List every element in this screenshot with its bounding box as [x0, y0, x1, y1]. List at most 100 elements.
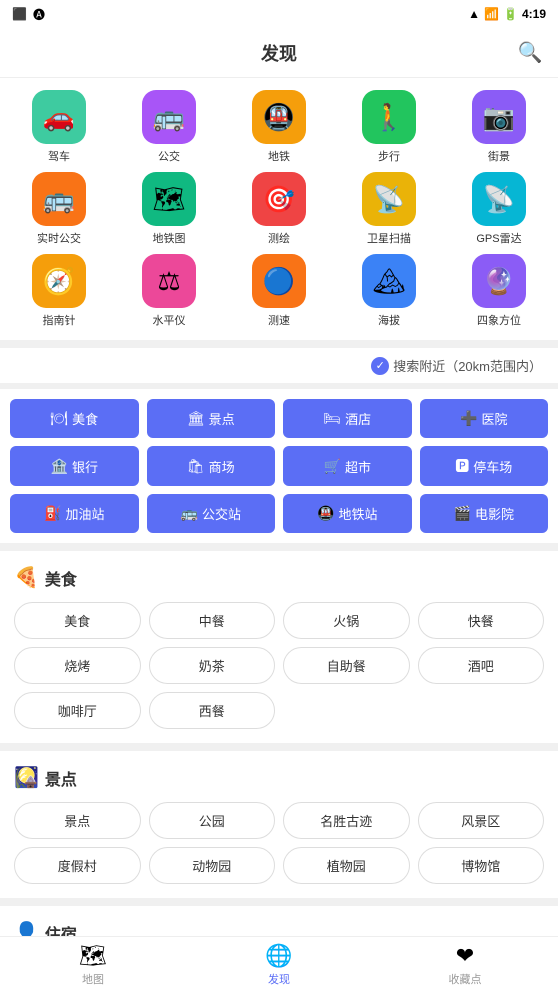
page-title: 发现: [261, 40, 297, 66]
icon-circle-level: ⚖: [142, 254, 196, 308]
icon-label-metro: 地铁: [268, 148, 290, 164]
status-icon-2: 🅐: [33, 6, 45, 23]
icon-item-speed[interactable]: 🔵 测速: [228, 254, 330, 328]
cat-btn-supermarket[interactable]: 🛒超市: [283, 446, 412, 486]
tag-btn-美食[interactable]: 美食: [14, 602, 141, 639]
nav-item-favorites[interactable]: ❤ 收藏点: [372, 943, 558, 987]
mall-icon: 🛍: [187, 458, 205, 475]
cat-label-mall: 商场: [209, 457, 235, 476]
tag-btn-奶茶[interactable]: 奶茶: [149, 647, 276, 684]
tag-btn-自助餐[interactable]: 自助餐: [283, 647, 410, 684]
bottom-nav: 🗺 地图 🌐 发现 ❤ 收藏点: [0, 936, 558, 992]
tag-btn-咖啡厅[interactable]: 咖啡厅: [14, 692, 141, 729]
cat-btn-cinema[interactable]: 🎬电影院: [420, 494, 549, 533]
tag-btn-名胜古迹[interactable]: 名胜古迹: [283, 802, 410, 839]
busstation-icon: 🚌: [181, 505, 198, 522]
cat-label-cinema: 电影院: [475, 504, 514, 523]
icon-item-altitude[interactable]: 🏔 海拔: [338, 254, 440, 328]
icon-label-survey: 测绘: [268, 230, 290, 246]
tag-btn-火锅[interactable]: 火锅: [283, 602, 410, 639]
tag-btn-博物馆[interactable]: 博物馆: [418, 847, 545, 884]
cat-btn-gas[interactable]: ⛽加油站: [10, 494, 139, 533]
icon-item-metro[interactable]: 🚇 地铁: [228, 90, 330, 164]
icon-label-gps: GPS雷达: [476, 230, 521, 246]
wifi-icon: ▲: [468, 7, 480, 21]
cat-btn-hotel[interactable]: 🛏酒店: [283, 399, 412, 438]
tag-btn-度假村[interactable]: 度假村: [14, 847, 141, 884]
compass-icon: 🧭: [43, 266, 75, 297]
status-right: ▲ 📶 🔋 4:19: [468, 7, 546, 21]
cat-label-gas: 加油站: [65, 504, 104, 523]
icon-item-street[interactable]: 📷 街景: [448, 90, 550, 164]
cat-btn-parking[interactable]: 🅿停车场: [420, 446, 549, 486]
icon-item-realtime-bus[interactable]: 🚌 实时公交: [8, 172, 110, 246]
speed-icon: 🔵: [263, 266, 295, 297]
nav-label-favorites: 收藏点: [449, 971, 482, 987]
cat-label-parking: 停车场: [473, 457, 512, 476]
cat-btn-busstation[interactable]: 🚌公交站: [147, 494, 276, 533]
scenic-icon: 🏛: [187, 410, 205, 427]
icon-label-level: 水平仪: [153, 312, 186, 328]
tag-btn-风景区[interactable]: 风景区: [418, 802, 545, 839]
metro-map-icon: 🗺: [152, 184, 185, 215]
icon-item-compass[interactable]: 🧭 指南针: [8, 254, 110, 328]
section-title-accommodation: 住宿: [45, 921, 77, 937]
cat-label-hotel: 酒店: [345, 409, 371, 428]
section-emoji-scenic: 🎑: [14, 765, 39, 790]
icon-circle-speed: 🔵: [252, 254, 306, 308]
tag-btn-烧烤[interactable]: 烧烤: [14, 647, 141, 684]
cat-btn-mall[interactable]: 🛍商场: [147, 446, 276, 486]
metro-icon: 🚇: [263, 102, 295, 133]
nav-item-discover[interactable]: 🌐 发现: [186, 943, 372, 987]
icon-item-position[interactable]: 🔮 四象方位: [448, 254, 550, 328]
header: 发现 🔍: [0, 28, 558, 78]
section-header-accommodation: 👤 住宿: [14, 920, 544, 936]
icon-item-drive[interactable]: 🚗 驾车: [8, 90, 110, 164]
cat-btn-hospital[interactable]: ➕医院: [420, 399, 549, 438]
metrostation-icon: 🚇: [317, 505, 334, 522]
supermarket-icon: 🛒: [324, 458, 341, 475]
icon-item-bus[interactable]: 🚌 公交: [118, 90, 220, 164]
icon-item-metro-map[interactable]: 🗺 地铁图: [118, 172, 220, 246]
icon-item-satellite[interactable]: 📡 卫星扫描: [338, 172, 440, 246]
tag-btn-景点[interactable]: 景点: [14, 802, 141, 839]
cat-label-hospital: 医院: [481, 409, 507, 428]
hospital-icon: ➕: [460, 410, 477, 427]
tag-btn-快餐[interactable]: 快餐: [418, 602, 545, 639]
cat-btn-food[interactable]: 🍽美食: [10, 399, 139, 438]
cat-label-food: 美食: [72, 409, 98, 428]
tag-btn-中餐[interactable]: 中餐: [149, 602, 276, 639]
icons-section: 🚗 驾车 🚌 公交 🚇 地铁 🚶 步行 📷 街景 🚌 实时公交 🗺 地铁图: [0, 78, 558, 340]
position-icon: 🔮: [483, 266, 515, 297]
icon-label-bus: 公交: [158, 148, 180, 164]
tag-btn-酒吧[interactable]: 酒吧: [418, 647, 545, 684]
icon-label-walk: 步行: [378, 148, 400, 164]
search-button[interactable]: 🔍: [518, 41, 542, 65]
section-scenic: 🎑 景点 景点公园名胜古迹风景区度假村动物园植物园博物馆: [0, 751, 558, 898]
status-bar: ⬛ 🅐 ▲ 📶 🔋 4:19: [0, 0, 558, 28]
cinema-icon: 🎬: [454, 505, 471, 522]
tag-btn-西餐[interactable]: 西餐: [149, 692, 276, 729]
cat-label-busstation: 公交站: [202, 504, 241, 523]
cat-btn-bank[interactable]: 🏦银行: [10, 446, 139, 486]
tag-btn-动物园[interactable]: 动物园: [149, 847, 276, 884]
street-icon: 📷: [483, 102, 515, 133]
tag-btn-植物园[interactable]: 植物园: [283, 847, 410, 884]
icon-circle-street: 📷: [472, 90, 526, 144]
section-food: 🍕 美食 美食中餐火锅快餐烧烤奶茶自助餐酒吧咖啡厅西餐: [0, 551, 558, 743]
cat-label-metrostation: 地铁站: [338, 504, 377, 523]
nav-icon-favorites: ❤: [456, 943, 474, 969]
icon-circle-realtime-bus: 🚌: [32, 172, 86, 226]
tag-btn-公园[interactable]: 公园: [149, 802, 276, 839]
cat-btn-metrostation[interactable]: 🚇地铁站: [283, 494, 412, 533]
icon-item-level[interactable]: ⚖ 水平仪: [118, 254, 220, 328]
icon-item-survey[interactable]: 🎯 测绘: [228, 172, 330, 246]
satellite-icon: 📡: [373, 184, 405, 215]
icon-item-gps[interactable]: 📡 GPS雷达: [448, 172, 550, 246]
nav-item-map[interactable]: 🗺 地图: [0, 943, 186, 987]
cat-btn-scenic[interactable]: 🏛景点: [147, 399, 276, 438]
icon-item-walk[interactable]: 🚶 步行: [338, 90, 440, 164]
icon-circle-metro: 🚇: [252, 90, 306, 144]
tag-grid-scenic: 景点公园名胜古迹风景区度假村动物园植物园博物馆: [14, 802, 544, 884]
gps-icon: 📡: [483, 184, 515, 215]
